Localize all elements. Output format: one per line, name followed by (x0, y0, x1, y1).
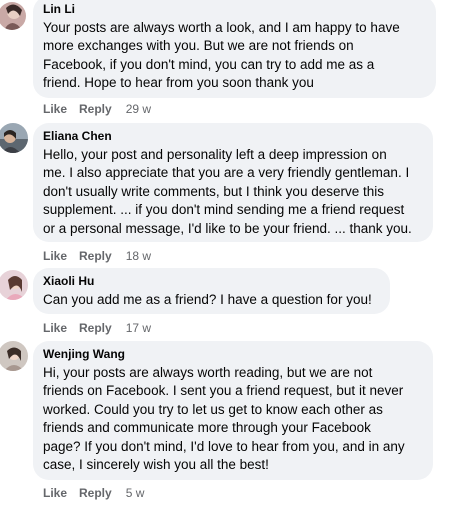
comment-author[interactable]: Eliana Chen (43, 129, 422, 144)
comment-bubble: Lin Li Your posts are always worth a loo… (33, 0, 436, 98)
comment-text: Can you add me as a friend? I have a que… (43, 292, 372, 307)
comment-actions: Like Reply 29 w (43, 102, 151, 116)
like-button[interactable]: Like (43, 486, 67, 500)
avatar[interactable] (0, 341, 28, 371)
comment-text: Hello, your post and personality left a … (43, 147, 412, 236)
comment-actions: Like Reply 17 w (43, 321, 151, 335)
like-button[interactable]: Like (43, 321, 67, 335)
comment-bubble: Eliana Chen Hello, your post and persona… (33, 123, 433, 242)
comment-bubble: Wenjing Wang Hi, your posts are always w… (33, 341, 433, 480)
comment-bubble: Xiaoli Hu Can you add me as a friend? I … (33, 268, 390, 314)
reply-button[interactable]: Reply (79, 102, 112, 116)
comment-author[interactable]: Lin Li (43, 2, 425, 17)
comment-timestamp[interactable]: 17 w (126, 321, 151, 335)
reply-button[interactable]: Reply (79, 321, 112, 335)
avatar[interactable] (0, 123, 28, 153)
like-button[interactable]: Like (43, 249, 67, 263)
comment-text: Hi, your posts are always worth reading,… (43, 365, 405, 473)
comment-timestamp[interactable]: 5 w (126, 486, 145, 500)
comment-actions: Like Reply 18 w (43, 249, 151, 263)
comment-timestamp[interactable]: 18 w (126, 249, 151, 263)
comment-author[interactable]: Wenjing Wang (43, 347, 422, 362)
comment-actions: Like Reply 5 w (43, 486, 144, 500)
reply-button[interactable]: Reply (79, 249, 112, 263)
comment-author[interactable]: Xiaoli Hu (43, 274, 379, 289)
comment-text: Your posts are always worth a look, and … (43, 20, 400, 91)
avatar[interactable] (0, 2, 26, 30)
comment-timestamp[interactable]: 29 w (126, 102, 151, 116)
reply-button[interactable]: Reply (79, 486, 112, 500)
like-button[interactable]: Like (43, 102, 67, 116)
avatar[interactable] (0, 270, 28, 300)
